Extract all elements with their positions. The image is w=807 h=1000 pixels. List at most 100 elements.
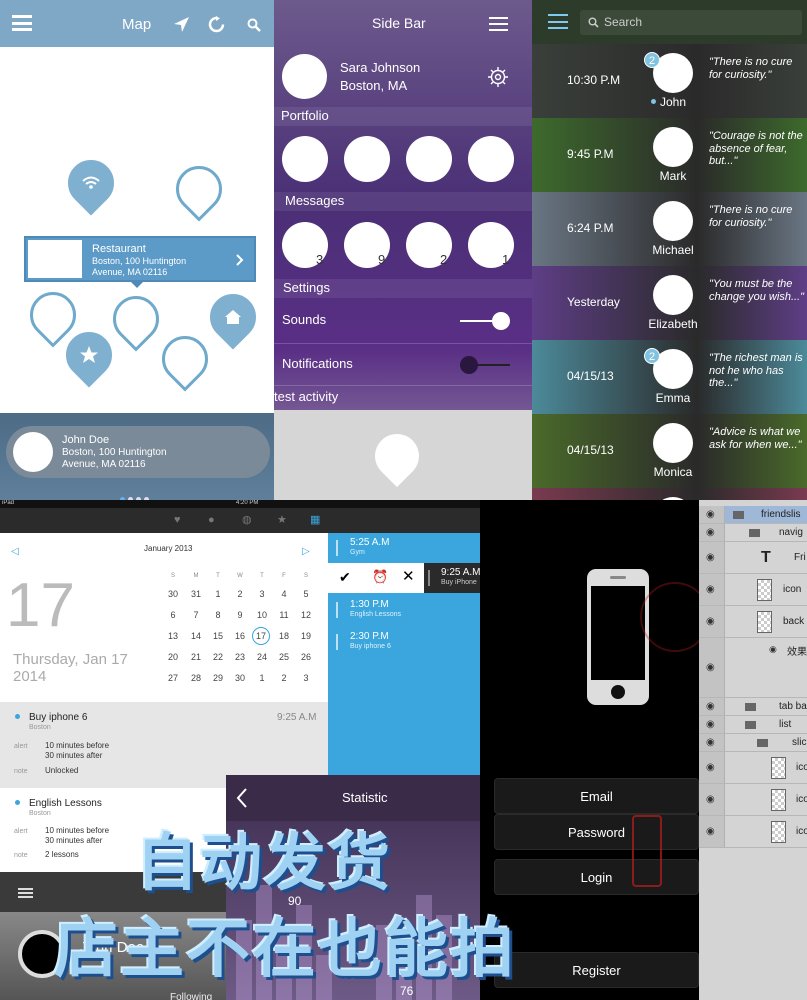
menu-icon[interactable]: [489, 17, 508, 31]
calendar-day[interactable]: 3: [296, 673, 316, 683]
location-arrow-icon[interactable]: [173, 16, 190, 33]
portfolio-item[interactable]: [406, 136, 452, 182]
visibility-icon[interactable]: ◉: [699, 716, 725, 733]
calendar-day[interactable]: 18: [274, 631, 294, 641]
calendar-icon[interactable]: ▦: [310, 514, 320, 526]
event-item[interactable]: 1:30 P.M English Lessons: [328, 595, 480, 625]
event-item[interactable]: 5:25 A.M Gym: [328, 533, 480, 563]
visibility-icon[interactable]: ◉: [699, 784, 725, 815]
visibility-icon[interactable]: ◉: [699, 574, 725, 605]
prev-month-icon[interactable]: ◁: [11, 546, 19, 557]
conversation-row[interactable]: "When a person...: [532, 488, 807, 500]
calendar-day[interactable]: 29: [208, 673, 228, 683]
search-icon[interactable]: [247, 18, 261, 32]
restaurant-card[interactable]: Restaurant Boston, 100 Huntington Avenue…: [24, 236, 256, 288]
calendar-day[interactable]: 7: [186, 610, 206, 620]
layer-row[interactable]: ◉ tab ba: [699, 698, 807, 716]
calendar-day[interactable]: 24: [252, 652, 272, 662]
layer-row[interactable]: ◉ ico: [699, 816, 807, 848]
visibility-icon[interactable]: ◉: [699, 816, 725, 847]
visibility-icon[interactable]: ◉: [699, 698, 725, 715]
email-field[interactable]: Email: [494, 778, 699, 814]
star-icon[interactable]: ★: [277, 514, 287, 526]
alarm-icon[interactable]: ⏰: [372, 569, 388, 584]
chevron-right-icon[interactable]: [236, 254, 244, 266]
layer-row[interactable]: ◉ icon: [699, 574, 807, 606]
calendar-day[interactable]: 10: [252, 610, 272, 620]
calendar-day[interactable]: 17: [252, 627, 270, 645]
calendar-day[interactable]: 8: [208, 610, 228, 620]
calendar-day[interactable]: 3: [252, 589, 272, 599]
visibility-icon[interactable]: ◉: [699, 506, 725, 523]
visibility-icon[interactable]: ◉: [699, 752, 725, 783]
calendar-day[interactable]: 14: [186, 631, 206, 641]
calendar-day[interactable]: 26: [296, 652, 316, 662]
wifi-pin[interactable]: [58, 150, 124, 216]
portfolio-item[interactable]: [282, 136, 328, 182]
menu-icon[interactable]: [18, 888, 33, 898]
calendar-day[interactable]: 11: [274, 610, 294, 620]
notifications-toggle[interactable]: [460, 355, 510, 375]
sounds-toggle[interactable]: [460, 311, 510, 331]
search-input[interactable]: Search: [580, 10, 802, 35]
calendar-day[interactable]: 2: [274, 673, 294, 683]
back-icon[interactable]: [236, 788, 248, 808]
close-icon[interactable]: ✕: [402, 568, 415, 586]
password-field[interactable]: Password: [494, 814, 699, 850]
calendar-day[interactable]: 30: [230, 673, 250, 683]
calendar-day[interactable]: 1: [208, 589, 228, 599]
map-pin[interactable]: [152, 326, 218, 392]
visibility-icon[interactable]: ◉: [699, 542, 725, 573]
globe-icon[interactable]: ◍: [242, 514, 252, 526]
calendar-day[interactable]: 6: [163, 610, 183, 620]
refresh-icon[interactable]: [208, 16, 225, 33]
conversation-row[interactable]: 04/15/13 Monica "Advice is what we ask for…: [532, 414, 807, 488]
star-pin[interactable]: [56, 322, 122, 388]
visibility-icon[interactable]: ◉: [699, 734, 725, 751]
conversation-row[interactable]: 6:24 P.M Michael "There is no cure for cur…: [532, 192, 807, 266]
user-icon[interactable]: ●: [208, 514, 215, 526]
layer-row[interactable]: ◉ ico: [699, 752, 807, 784]
visibility-icon[interactable]: ◉: [699, 638, 725, 697]
event-item[interactable]: 9:25 A.M Buy iPhone: [424, 563, 480, 593]
check-icon[interactable]: ✔: [339, 569, 351, 585]
contact-pill[interactable]: John Doe Boston, 100 Huntington Avenue, …: [6, 426, 270, 478]
visibility-icon[interactable]: ◉: [699, 606, 725, 637]
calendar-day[interactable]: 15: [208, 631, 228, 641]
layer-row[interactable]: ◉ ico: [699, 784, 807, 816]
layer-row[interactable]: ◉ friendslis: [699, 506, 807, 524]
portfolio-item[interactable]: [344, 136, 390, 182]
conversation-row[interactable]: Yesterday Elizabeth "You must be the chang…: [532, 266, 807, 340]
calendar-day[interactable]: 16: [230, 631, 250, 641]
menu-icon[interactable]: [548, 14, 568, 29]
calendar-day[interactable]: 4: [274, 589, 294, 599]
conversation-row[interactable]: 04/15/13 Emma "The richest man is not he w…: [532, 340, 807, 414]
calendar-day[interactable]: 5: [296, 589, 316, 599]
conversation-row[interactable]: 10:30 P.M John "There is no cure for curio…: [532, 44, 807, 118]
next-month-icon[interactable]: ▷: [302, 546, 310, 557]
register-button[interactable]: Register: [494, 952, 699, 988]
calendar-day[interactable]: 2: [230, 589, 250, 599]
calendar-day[interactable]: 9: [230, 610, 250, 620]
calendar-day[interactable]: 13: [163, 631, 183, 641]
visibility-icon[interactable]: ◉: [699, 524, 725, 541]
event-item[interactable]: 2:30 P.M Buy iphone 6: [328, 627, 480, 657]
heart-icon[interactable]: ♥: [174, 514, 181, 526]
calendar-day[interactable]: 27: [163, 673, 183, 683]
layer-row[interactable]: ◉ T Fri: [699, 542, 807, 574]
calendar-day[interactable]: 23: [230, 652, 250, 662]
calendar-day[interactable]: 1: [252, 673, 272, 683]
calendar-day[interactable]: 28: [186, 673, 206, 683]
calendar-day[interactable]: 20: [163, 652, 183, 662]
page-dots[interactable]: [120, 489, 149, 500]
layer-row[interactable]: ◉ back: [699, 606, 807, 638]
map-pin[interactable]: [103, 286, 169, 352]
calendar-day[interactable]: 25: [274, 652, 294, 662]
home-pin[interactable]: [200, 284, 266, 350]
gear-icon[interactable]: [487, 66, 509, 88]
layer-row[interactable]: ◉ list: [699, 716, 807, 734]
layer-row[interactable]: ◉ ◉ 效果: [699, 638, 807, 698]
login-button[interactable]: Login: [494, 859, 699, 895]
layer-row[interactable]: ◉ navig: [699, 524, 807, 542]
portfolio-item[interactable]: [468, 136, 514, 182]
